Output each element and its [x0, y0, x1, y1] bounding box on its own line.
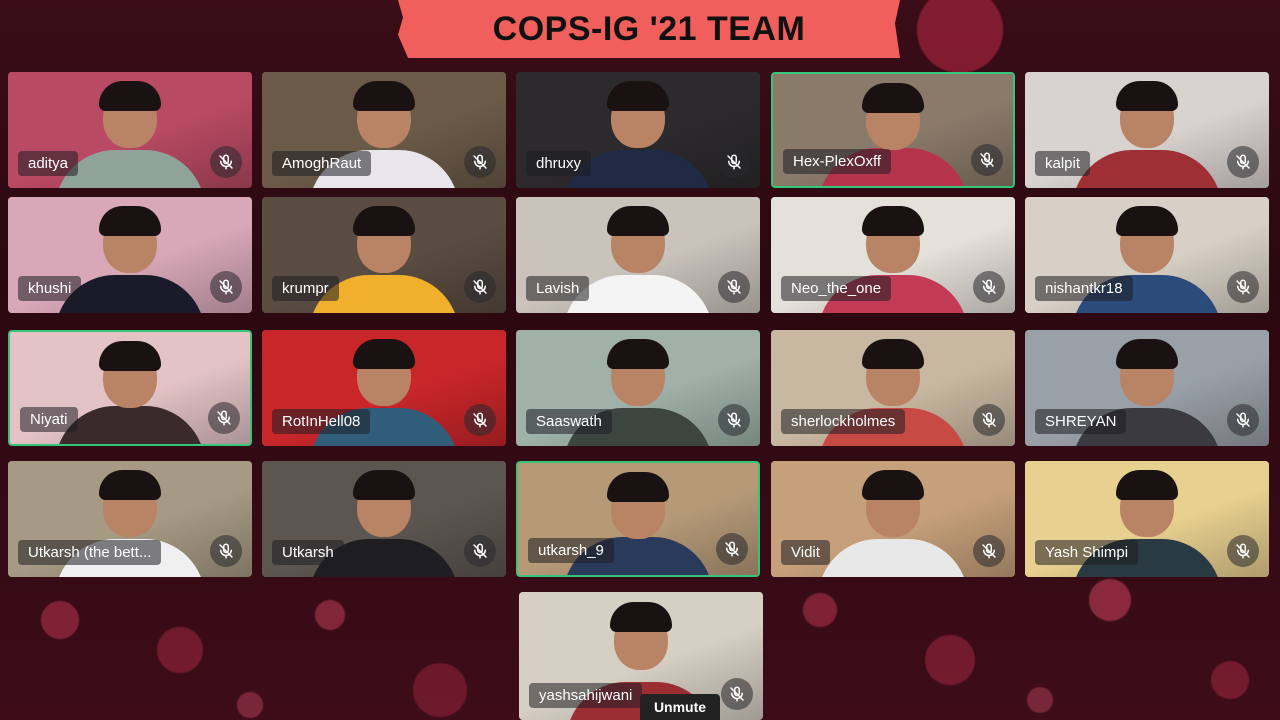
- participant-tile[interactable]: krumpr: [262, 197, 506, 313]
- participant-hair: [610, 602, 672, 633]
- mic-off-icon[interactable]: [1227, 404, 1259, 436]
- participant-name: SHREYAN: [1035, 409, 1127, 434]
- participant-name: krumpr: [272, 276, 339, 301]
- mic-off-icon[interactable]: [464, 535, 496, 567]
- participant-name: sherlockholmes: [781, 409, 906, 434]
- participant-hair: [1116, 470, 1178, 501]
- participant-name: khushi: [18, 276, 82, 301]
- participant-name: Vidit: [781, 540, 830, 565]
- participant-tile[interactable]: SHREYAN: [1025, 330, 1269, 446]
- participant-tile[interactable]: dhruxy: [516, 72, 760, 188]
- participant-tile[interactable]: Lavish: [516, 197, 760, 313]
- participant-hair: [1116, 206, 1178, 237]
- participant-body: [1072, 150, 1222, 188]
- mic-off-icon[interactable]: [718, 404, 750, 436]
- participant-hair: [862, 82, 924, 113]
- mic-off-icon[interactable]: [1227, 271, 1259, 303]
- participant-name: Neo_the_one: [781, 276, 892, 301]
- participant-hair: [862, 470, 924, 501]
- mic-off-icon[interactable]: [973, 535, 1005, 567]
- participant-hair: [607, 339, 669, 370]
- mic-off-icon[interactable]: [1227, 535, 1259, 567]
- mic-off-icon[interactable]: [971, 144, 1003, 176]
- participant-tile[interactable]: aditya: [8, 72, 252, 188]
- participant-tile[interactable]: Yash Shimpi: [1025, 461, 1269, 577]
- participant-hair: [99, 340, 161, 371]
- participant-tile[interactable]: kalpit: [1025, 72, 1269, 188]
- participant-hair: [862, 206, 924, 237]
- participant-name: yashsahijwani: [529, 683, 643, 708]
- participant-hair: [353, 206, 415, 237]
- participant-tile[interactable]: Neo_the_one: [771, 197, 1015, 313]
- participant-hair: [353, 470, 415, 501]
- participant-name: RotInHell08: [272, 409, 371, 434]
- participant-tile[interactable]: Utkarsh (the bett...: [8, 461, 252, 577]
- mic-off-icon[interactable]: [718, 146, 750, 178]
- participant-name: dhruxy: [526, 151, 592, 176]
- participant-tile[interactable]: Hex-PlexOxff: [771, 72, 1015, 188]
- participant-tile[interactable]: nishantkr18: [1025, 197, 1269, 313]
- mic-off-icon[interactable]: [210, 146, 242, 178]
- participant-body: [818, 539, 968, 577]
- unmute-button[interactable]: Unmute: [640, 694, 720, 720]
- participant-tile[interactable]: Niyati: [8, 330, 252, 446]
- participant-hair: [1116, 81, 1178, 112]
- mic-off-icon[interactable]: [464, 271, 496, 303]
- mic-off-icon[interactable]: [721, 678, 753, 710]
- participant-tile[interactable]: RotInHell08: [262, 330, 506, 446]
- participant-hair: [607, 206, 669, 237]
- mic-off-icon[interactable]: [1227, 146, 1259, 178]
- participant-tile[interactable]: khushi: [8, 197, 252, 313]
- mic-off-icon[interactable]: [464, 146, 496, 178]
- participant-hair: [99, 81, 161, 112]
- participant-hair: [607, 81, 669, 112]
- participant-hair: [353, 339, 415, 370]
- mic-off-icon[interactable]: [210, 535, 242, 567]
- participant-name: Lavish: [526, 276, 590, 301]
- participant-name: aditya: [18, 151, 79, 176]
- participant-name: Niyati: [20, 407, 78, 432]
- participant-tile[interactable]: sherlockholmes: [771, 330, 1015, 446]
- participant-name: Hex-PlexOxff: [783, 149, 892, 174]
- participant-hair: [99, 206, 161, 237]
- participant-tile[interactable]: Utkarsh: [262, 461, 506, 577]
- participant-name: nishantkr18: [1035, 276, 1133, 301]
- mic-off-icon[interactable]: [464, 404, 496, 436]
- participant-tile[interactable]: Saaswath: [516, 330, 760, 446]
- banner-title: COPS-IG '21 TEAM: [492, 9, 806, 48]
- title-banner: COPS-IG '21 TEAM: [398, 0, 900, 58]
- participant-tile[interactable]: AmoghRaut: [262, 72, 506, 188]
- mic-off-icon[interactable]: [973, 404, 1005, 436]
- participant-name: Saaswath: [526, 409, 612, 434]
- participant-name: Utkarsh: [272, 540, 344, 565]
- mic-off-icon[interactable]: [210, 271, 242, 303]
- participant-hair: [99, 470, 161, 501]
- participant-hair: [862, 339, 924, 370]
- participant-hair: [607, 471, 669, 502]
- participant-tile[interactable]: Vidit: [771, 461, 1015, 577]
- mic-off-icon[interactable]: [718, 271, 750, 303]
- participant-hair: [1116, 339, 1178, 370]
- participant-name: Utkarsh (the bett...: [18, 540, 162, 565]
- participant-name: Yash Shimpi: [1035, 540, 1139, 565]
- mic-off-icon[interactable]: [208, 402, 240, 434]
- participant-name: kalpit: [1035, 151, 1091, 176]
- participant-name: utkarsh_9: [528, 538, 614, 563]
- participant-grid: aditya AmoghRaut dhruxy Hex-PlexOxff kalpit k…: [0, 0, 1280, 720]
- participant-name: AmoghRaut: [272, 151, 372, 176]
- mic-off-icon[interactable]: [973, 271, 1005, 303]
- mic-off-icon[interactable]: [716, 533, 748, 565]
- participant-tile[interactable]: utkarsh_9: [516, 461, 760, 577]
- participant-hair: [353, 81, 415, 112]
